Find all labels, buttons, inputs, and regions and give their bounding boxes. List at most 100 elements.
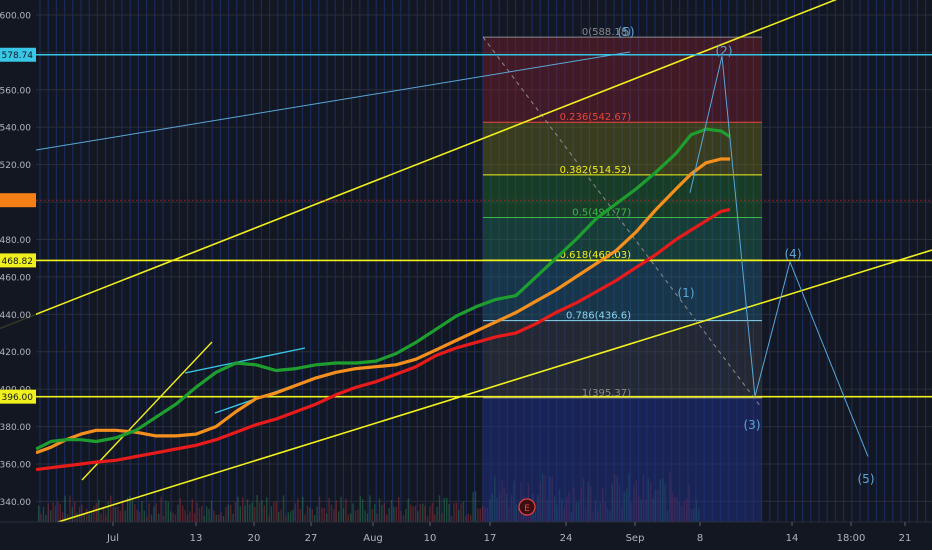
volume-bar [290,511,292,522]
volume-bar [74,501,76,522]
price-level-tag-label: 578.74 [2,51,34,61]
price-axis-tick-label: 520.00 [0,161,31,171]
volume-bar [285,515,287,522]
volume-bar [434,514,436,522]
volume-bar [244,505,246,522]
volume-bar [436,506,438,522]
volume-bar [366,513,369,522]
volume-bar [38,505,40,522]
volume-bar [270,506,273,522]
volume-bar [110,495,112,522]
volume-bar [239,506,241,522]
volume-bar [306,505,309,522]
volume-bar [254,506,256,522]
volume-bar [138,511,141,522]
volume-bar [172,512,174,522]
volume-bar [225,506,227,522]
volume-bar [112,506,114,522]
volume-bar [107,501,109,522]
volume-bar [460,503,462,522]
volume-bar [76,512,78,522]
volume-bar [297,498,299,522]
time-axis-tick-label: 10 [424,533,437,544]
volume-bar [453,502,455,522]
volume-bar [114,506,117,522]
volume-bar [42,506,45,522]
volume-bar [278,512,280,522]
volume-bar [479,508,481,522]
volume-bar [417,511,419,522]
volume-bar [88,514,90,522]
volume-bar [275,501,277,522]
volume-bar [414,505,417,522]
volume-bar [441,512,443,522]
current-price-tag [0,193,36,208]
volume-bar [431,502,433,522]
volume-bar [357,509,359,522]
volume-bar [194,512,196,522]
time-axis: Jul 13 20 27 Aug 10 17 24 Sep 8 14 18:00 21 [0,521,932,550]
volume-bar [134,504,136,522]
volume-bar [102,506,105,522]
wave-label: (5) [858,472,875,486]
volume-bar [64,495,66,522]
volume-bar [398,496,400,522]
volume-bar [354,510,357,522]
volume-bar [122,500,124,522]
volume-bar [189,511,191,522]
volume-bar [371,509,373,522]
volume-bar [393,506,395,522]
wave-label: (5) [618,25,635,39]
volume-bar [95,503,97,522]
time-axis-tick-label: 8 [697,533,703,544]
volume-bar [146,516,148,522]
volume-bar [93,506,95,522]
volume-bar [446,497,448,522]
fib-zone [483,320,762,398]
price-axis-tick-label: 560.00 [0,86,31,96]
volume-bar [162,515,165,522]
volume-bar [388,508,390,522]
volume-bar [213,510,215,522]
volume-bar [222,515,225,522]
volume-bar [148,503,150,522]
volume-bar [280,509,282,522]
price-axis: 340.00360.00380.00400.00420.00440.00460.… [0,0,36,522]
price-chart[interactable]: 0(588.18)0.236(542.67)0.382(514.52)0.5(4… [0,0,932,550]
price-level-tag-label: 396.00 [2,393,34,403]
volume-bar [150,514,153,522]
volume-bar [263,505,265,522]
volume-bar [249,504,251,522]
volume-bar [321,507,323,522]
time-axis-tick-label: 14 [786,533,799,544]
volume-bar [450,516,453,522]
volume-bar [455,502,457,522]
volume-bar [402,515,405,522]
price-axis-tick-label: 380.00 [0,423,31,433]
time-axis-tick-label: 20 [248,533,261,544]
wave-label: (4) [785,247,802,261]
volume-bar [472,492,474,522]
event-marker-label: E [524,504,530,514]
volume-bar [467,513,469,522]
volume-bar [98,499,100,522]
volume-bar [299,508,301,522]
volume-bar [294,503,297,522]
volume-bar [426,516,429,522]
volume-bar [165,500,167,522]
volume-bar [210,500,213,522]
wave-label: (3) [744,418,761,432]
volume-bar [386,514,388,522]
volume-bar [170,511,172,522]
volume-bar [376,513,378,522]
price-level-tag-label: 468.82 [2,257,34,267]
volume-bar [422,503,424,522]
volume-bar [251,502,253,522]
volume-bar [381,504,383,522]
volume-bar [362,499,364,522]
time-axis-tick-label: 27 [305,533,318,544]
volume-bar [201,505,203,522]
price-axis-tick-label: 420.00 [0,348,31,358]
time-axis-tick-label: 13 [190,533,203,544]
volume-bar [400,511,402,522]
